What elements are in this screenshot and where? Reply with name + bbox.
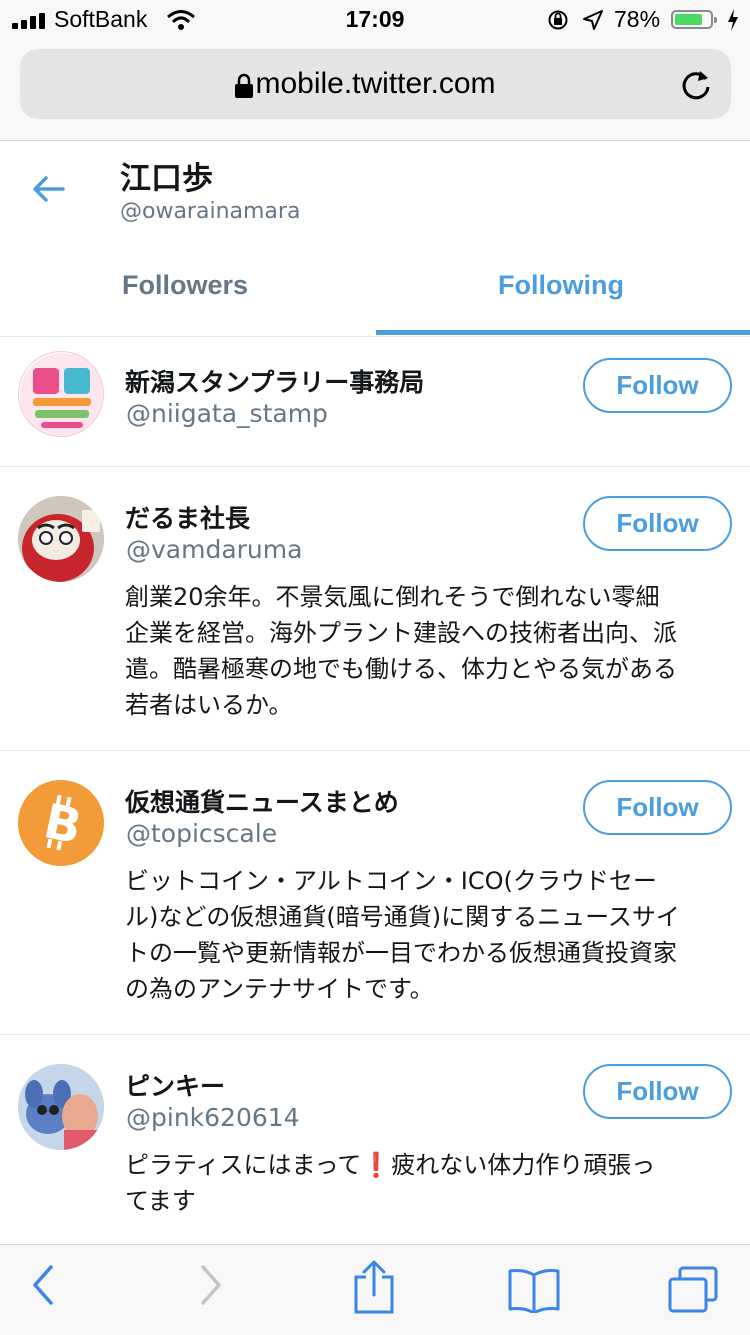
tab-following[interactable]: Following [498, 270, 624, 301]
profile-handle: @owarainamara [120, 199, 301, 224]
niigata-stamp-logo [20, 353, 103, 436]
share-icon[interactable] [352, 1259, 396, 1315]
bio-line: ピラティスにはまって❗疲れない体力作り頑張っ [125, 1151, 656, 1179]
back-chevron-icon[interactable] [30, 1263, 56, 1307]
battery-icon [671, 10, 717, 29]
account-name[interactable]: ピンキー [125, 1067, 225, 1103]
bio-line: の為のアンテナサイトです。 [125, 975, 434, 1003]
account-name[interactable]: だるま社長 [125, 499, 250, 535]
bookmarks-icon[interactable] [506, 1267, 562, 1313]
bio-line: トの一覧や更新情報が一目でわかる仮想通貨投資家 [125, 939, 677, 967]
account-handle[interactable]: @pink620614 [126, 1103, 300, 1132]
daruma-photo [18, 496, 104, 582]
location-arrow-icon [583, 10, 603, 30]
account-bio: ピラティスにはまって❗疲れない体力作り頑張っ てます [125, 1147, 735, 1219]
tab-followers[interactable]: Followers [122, 270, 248, 301]
list-item[interactable]: 新潟スタンプラリー事務局 @niigata_stamp Follow [0, 337, 750, 467]
tab-bar: Followers Following [0, 250, 750, 337]
avatar [18, 496, 104, 582]
bio-line: 若者はいるか。 [125, 691, 293, 719]
account-bio: ビットコイン・アルトコイン・ICO(クラウドセー ル)などの仮想通貨(暗号通貨)… [125, 863, 735, 1007]
account-name[interactable]: 仮想通貨ニュースまとめ [125, 783, 399, 819]
charging-bolt-icon [728, 9, 738, 31]
account-name[interactable]: 新潟スタンプラリー事務局 [125, 363, 424, 399]
url-field[interactable]: mobile.twitter.com [20, 49, 731, 119]
status-bar: SoftBank 17:09 78% [0, 0, 750, 40]
avatar: B [18, 780, 104, 866]
follow-button[interactable]: Follow [583, 496, 732, 551]
account-bio: 創業20余年。不景気風に倒れそうで倒れない零細 企業を経営。海外プラント建設への… [125, 579, 735, 723]
follow-button[interactable]: Follow [583, 780, 732, 835]
browser-address-area: mobile.twitter.com [0, 40, 750, 141]
active-tab-indicator [376, 330, 750, 335]
follow-button[interactable]: Follow [583, 358, 732, 413]
profile-name: 江口歩 [120, 161, 213, 197]
account-handle[interactable]: @topicscale [126, 819, 277, 848]
battery-percent: 78% [614, 6, 661, 32]
bio-line: てます [125, 1187, 196, 1215]
avatar [18, 1064, 104, 1150]
orientation-lock-icon [548, 10, 568, 30]
account-handle[interactable]: @vamdaruma [126, 535, 302, 564]
avatar [18, 351, 104, 437]
bio-line: ル)などの仮想通貨(暗号通貨)に関するニュースサイ [125, 903, 680, 931]
browser-toolbar [0, 1244, 750, 1335]
bio-line: 企業を経営。海外プラント建設への技術者出向、派 [125, 619, 677, 647]
forward-chevron-icon[interactable] [198, 1263, 224, 1307]
url-text: mobile.twitter.com [255, 67, 496, 100]
list-item[interactable]: だるま社長 @vamdaruma 創業20余年。不景気風に倒れそうで倒れない零細… [0, 467, 750, 751]
account-handle[interactable]: @niigata_stamp [126, 399, 328, 428]
bitcoin-logo: B [18, 780, 104, 866]
bio-line: 遣。酷暑極寒の地でも働ける、体力とやる気がある [125, 655, 677, 683]
reload-icon[interactable] [679, 67, 713, 101]
list-item[interactable]: ピンキー @pink620614 ピラティスにはまって❗疲れない体力作り頑張っ … [0, 1035, 750, 1244]
character-photo [18, 1064, 104, 1150]
list-item[interactable]: B 仮想通貨ニュースまとめ @topicscale ビットコイン・アルトコイン・… [0, 751, 750, 1035]
follow-button[interactable]: Follow [583, 1064, 732, 1119]
bio-line: 創業20余年。不景気風に倒れそうで倒れない零細 [125, 583, 660, 611]
bio-line: ビットコイン・アルトコイン・ICO(クラウドセー [125, 867, 657, 895]
tabs-icon[interactable] [666, 1265, 720, 1315]
arrow-left-icon[interactable] [30, 170, 66, 206]
